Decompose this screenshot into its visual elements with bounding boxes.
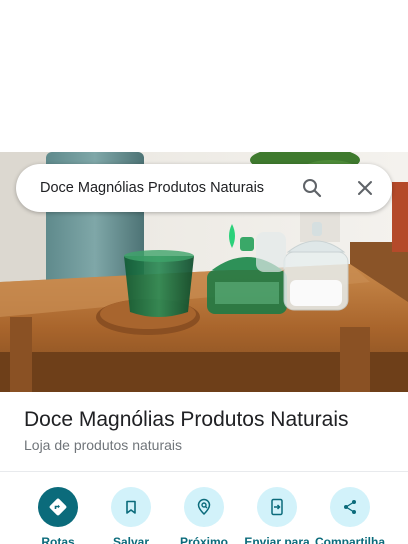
nearby-button[interactable]: Próximo xyxy=(168,487,240,544)
save-button[interactable]: Salvar xyxy=(95,487,167,544)
close-icon[interactable] xyxy=(353,176,377,200)
place-details-page: Doce Magnólias Produtos Naturais Doce Ma… xyxy=(0,0,408,544)
search-icon[interactable] xyxy=(300,176,324,200)
search-bar[interactable]: Doce Magnólias Produtos Naturais xyxy=(16,164,392,212)
nearby-icon xyxy=(184,487,224,527)
nearby-label: Próximo xyxy=(179,535,228,544)
search-input[interactable]: Doce Magnólias Produtos Naturais xyxy=(40,164,290,212)
bookmark-icon xyxy=(111,487,151,527)
directions-button[interactable]: Rotas xyxy=(22,487,94,544)
send-to-phone-icon xyxy=(257,487,297,527)
divider xyxy=(0,471,408,472)
share-icon xyxy=(330,487,370,527)
share-label: Compartilha xyxy=(314,535,385,544)
directions-label: Rotas xyxy=(41,535,75,544)
place-category[interactable]: Loja de produtos naturais xyxy=(24,437,182,453)
place-title: Doce Magnólias Produtos Naturais xyxy=(24,408,349,431)
share-button[interactable]: Compartilha xyxy=(314,487,386,544)
send-to-phone-label: Enviar para xyxy=(244,535,310,544)
directions-icon xyxy=(38,487,78,527)
send-to-phone-button[interactable]: Enviar para xyxy=(241,487,313,544)
save-label: Salvar xyxy=(112,535,150,544)
